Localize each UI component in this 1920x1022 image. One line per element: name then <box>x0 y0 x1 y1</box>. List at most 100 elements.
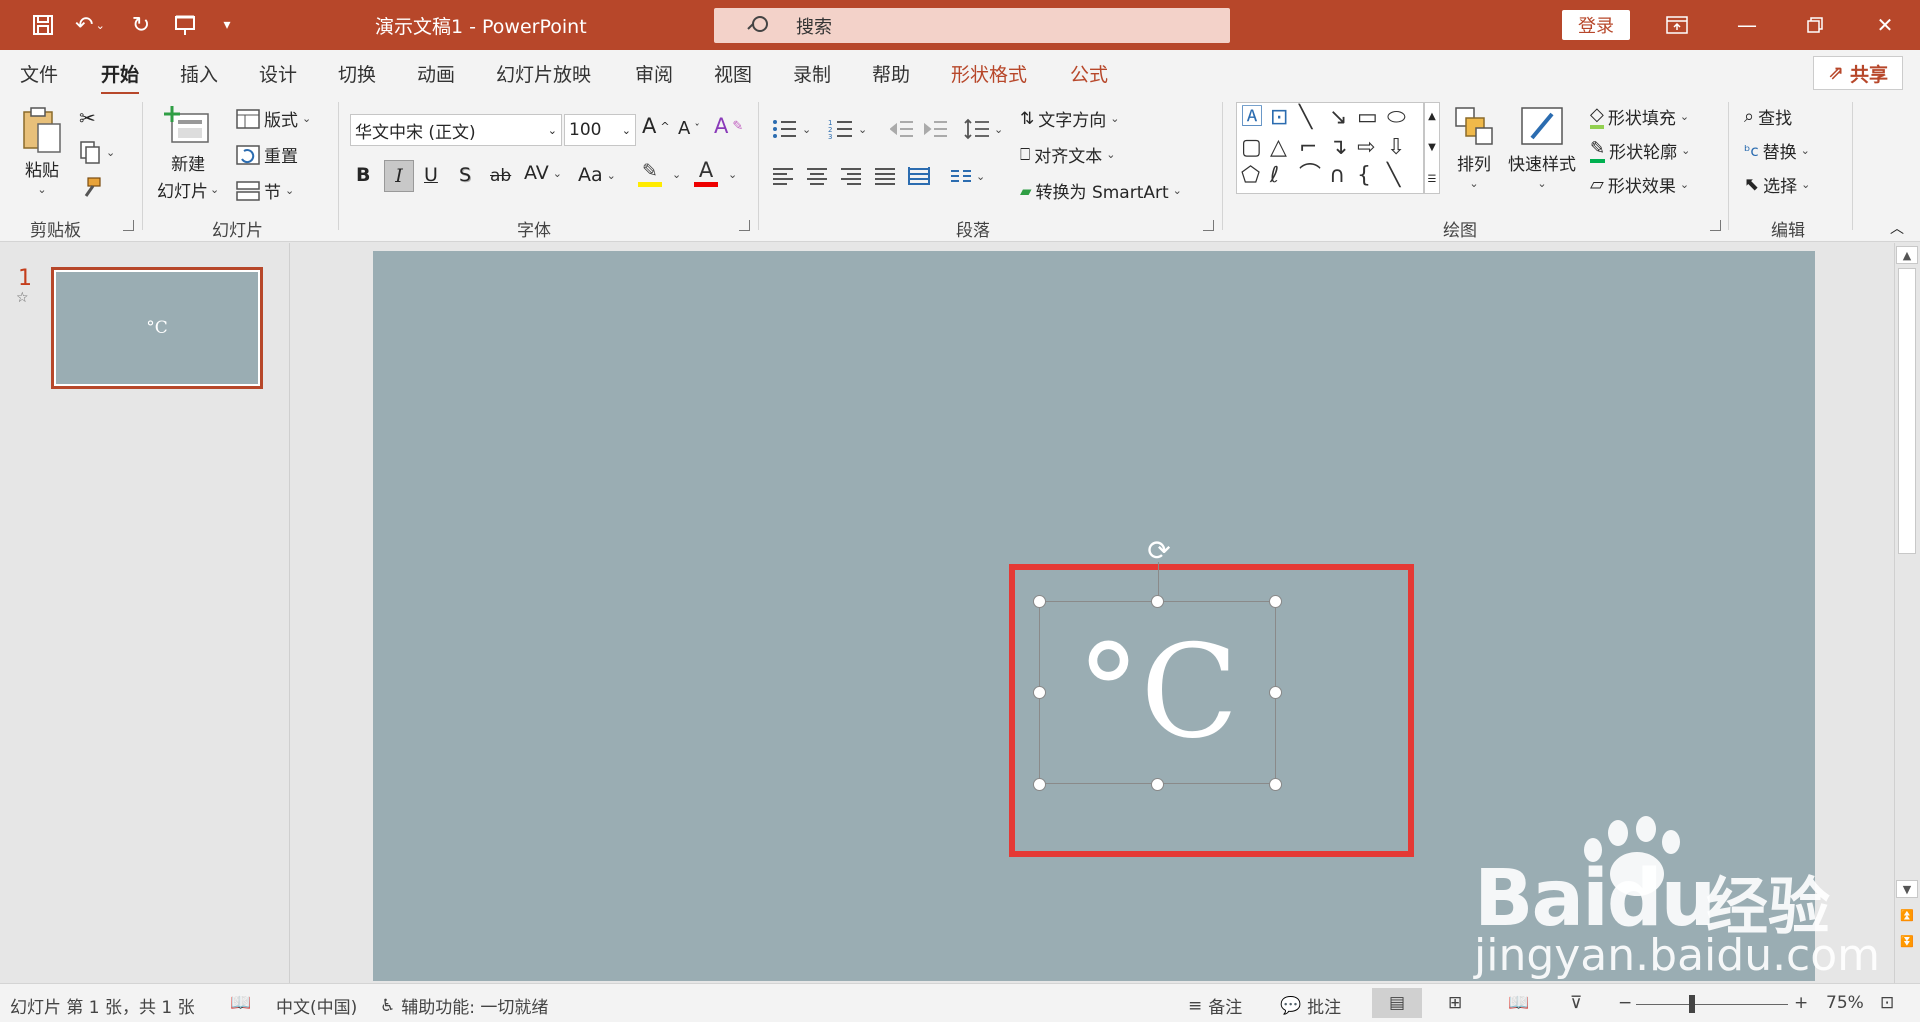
share-button[interactable]: ⇗ 共享 <box>1813 56 1903 90</box>
chevron-down-icon[interactable]: ⌄ <box>672 168 681 181</box>
undo-icon[interactable]: ↶ ⌄ <box>70 10 110 40</box>
curve-shape-icon[interactable]: ∩ <box>1329 165 1345 187</box>
clipboard-launcher-icon[interactable] <box>123 220 134 231</box>
tab-record[interactable]: 录制 <box>793 60 831 87</box>
justify-icon[interactable] <box>874 166 896 186</box>
line-spacing-button[interactable]: ⌄ <box>964 118 1003 140</box>
arrange-button[interactable]: 排列 ⌄ <box>1452 104 1496 190</box>
selected-text-box[interactable]: °C <box>1039 601 1276 784</box>
paste-button[interactable]: 粘贴 ⌄ <box>20 104 64 196</box>
resize-handle-left[interactable] <box>1033 686 1046 699</box>
present-from-start-icon[interactable] <box>170 10 200 40</box>
layout-button[interactable]: 版式 ⌄ <box>236 106 311 131</box>
language-status[interactable]: 中文(中国) <box>276 993 357 1018</box>
more-icon[interactable]: ☰ <box>1428 174 1437 185</box>
resize-handle-bottom[interactable] <box>1151 778 1164 791</box>
change-case-button[interactable]: Aa ⌄ <box>578 164 616 186</box>
collapse-ribbon-icon[interactable]: ︿ <box>1890 218 1904 238</box>
drawing-launcher-icon[interactable] <box>1710 220 1721 231</box>
gallery-scroll[interactable]: ▲ ▼ ☰ <box>1424 102 1440 194</box>
chevron-down-icon[interactable]: ▼ <box>1428 142 1436 153</box>
notes-button[interactable]: ≡ 备注 <box>1188 993 1242 1019</box>
line-shape-icon[interactable]: ╲ <box>1299 107 1312 129</box>
tab-shape-format[interactable]: 形状格式 <box>951 60 1027 87</box>
section-button[interactable]: 节 ⌄ <box>236 178 294 203</box>
tab-transitions[interactable]: 切换 <box>338 60 376 87</box>
sign-in-button[interactable]: 登录 <box>1562 10 1630 40</box>
search-box[interactable]: 搜索 <box>714 8 1230 43</box>
bold-button[interactable]: B <box>356 164 370 186</box>
scroll-down-icon[interactable]: ▼ <box>1896 880 1918 898</box>
format-painter-icon[interactable] <box>78 176 102 200</box>
resize-handle-top[interactable] <box>1151 595 1164 608</box>
elbow-arrow-shape-icon[interactable]: ↴ <box>1329 137 1347 159</box>
next-slide-icon[interactable]: ⏬ <box>1896 932 1918 950</box>
font-color-button[interactable]: A <box>694 158 718 187</box>
resize-handle-right[interactable] <box>1269 686 1282 699</box>
align-text-button[interactable]: ⎕ 对齐文本 ⌄ <box>1020 142 1115 168</box>
text-shadow-button[interactable]: S <box>459 164 471 186</box>
tab-equation[interactable]: 公式 <box>1070 60 1108 87</box>
arrow-line-shape-icon[interactable]: ↘ <box>1329 107 1347 129</box>
quick-styles-button[interactable]: 快速样式 ⌄ <box>1508 104 1576 190</box>
align-center-icon[interactable] <box>806 166 828 186</box>
comments-button[interactable]: 💬 批注 <box>1280 993 1341 1019</box>
brace-shape-icon[interactable]: { <box>1357 165 1371 187</box>
shape-fill-button[interactable]: ◇ 形状填充 ⌄ <box>1590 104 1689 129</box>
slideshow-view-icon[interactable]: ⊽ <box>1570 993 1582 1013</box>
accessibility-status[interactable]: ♿ 辅助功能: 一切就绪 <box>380 993 548 1019</box>
slide-sorter-icon[interactable]: ⊞ <box>1448 993 1462 1013</box>
scroll-up-icon[interactable]: ▲ <box>1896 246 1918 264</box>
distributed-icon[interactable] <box>908 166 930 186</box>
freeform-shape-icon[interactable]: ⬠ <box>1241 165 1260 187</box>
decrease-font-size-icon[interactable]: Aˇ <box>678 118 700 139</box>
tab-slideshow[interactable]: 幻灯片放映 <box>496 60 591 87</box>
resize-handle-bottom-right[interactable] <box>1269 778 1282 791</box>
elbow-connector-shape-icon[interactable]: ⌐ <box>1299 137 1317 159</box>
paragraph-launcher-icon[interactable] <box>1203 220 1214 231</box>
clear-formatting-icon[interactable]: A ✎ <box>714 114 743 138</box>
spell-check-icon[interactable]: 📖 <box>230 993 251 1013</box>
tab-animations[interactable]: 动画 <box>417 60 455 87</box>
restore-icon[interactable] <box>1780 0 1850 50</box>
redo-icon[interactable]: ↻ <box>126 10 156 40</box>
font-size-select[interactable]: 100 ⌄ <box>564 114 636 146</box>
textbox-shape-icon[interactable]: 🄰 <box>1241 107 1263 129</box>
oval-shape-icon[interactable]: ⬭ <box>1387 107 1406 129</box>
font-launcher-icon[interactable] <box>739 220 750 231</box>
decrease-indent-icon[interactable] <box>890 118 914 140</box>
align-left-icon[interactable] <box>772 166 794 186</box>
reading-view-icon[interactable]: 📖 <box>1508 993 1529 1013</box>
zoom-out-icon[interactable]: − <box>1618 993 1632 1013</box>
down-arrow-shape-icon[interactable]: ⇩ <box>1387 137 1405 159</box>
minimize-icon[interactable]: — <box>1712 0 1782 50</box>
tab-review[interactable]: 审阅 <box>635 60 673 87</box>
increase-indent-icon[interactable] <box>924 118 948 140</box>
italic-button[interactable]: I <box>384 160 414 192</box>
new-slide-button[interactable]: 新建 幻灯片 ⌄ <box>157 104 219 202</box>
vertical-textbox-shape-icon[interactable]: ⊡ <box>1270 107 1288 129</box>
highlight-color-button[interactable]: ✎ <box>638 160 662 187</box>
right-arrow-shape-icon[interactable]: ⇨ <box>1357 137 1375 159</box>
shapes-gallery[interactable]: 🄰 ⊡ ╲ ↘ ▭ ⬭ ▢ △ ⌐ ↴ ⇨ ⇩ ⬠ ℓ ⌒ ∩ { ╲ <box>1236 102 1424 194</box>
zoom-level[interactable]: 75% <box>1826 993 1864 1013</box>
shape-outline-button[interactable]: ✎ 形状轮廓 ⌄ <box>1590 138 1690 163</box>
chevron-down-icon[interactable]: ⌄ <box>728 168 737 181</box>
chevron-up-icon[interactable]: ▲ <box>1428 111 1436 122</box>
scribble-shape-icon[interactable]: ℓ <box>1270 165 1279 187</box>
tab-file[interactable]: 文件 <box>20 60 58 87</box>
normal-view-icon[interactable]: ▤ <box>1372 988 1422 1018</box>
arc-shape-icon[interactable]: ⌒ <box>1299 165 1321 187</box>
increase-font-size-icon[interactable]: A ^ <box>642 114 670 138</box>
rounded-rect-shape-icon[interactable]: ▢ <box>1241 137 1262 159</box>
replace-button[interactable]: ᵇc 替换 ⌄ <box>1744 138 1810 164</box>
tab-design[interactable]: 设计 <box>259 60 297 87</box>
tab-help[interactable]: 帮助 <box>872 60 910 87</box>
character-spacing-button[interactable]: AV ⌄ <box>524 162 562 184</box>
ribbon-display-options-icon[interactable] <box>1642 0 1712 50</box>
reset-button[interactable]: 重置 <box>236 142 298 167</box>
tab-home[interactable]: 开始 <box>101 60 140 95</box>
align-right-icon[interactable] <box>840 166 862 186</box>
shape-effects-button[interactable]: ▱ 形状效果 ⌄ <box>1590 172 1689 197</box>
resize-handle-top-left[interactable] <box>1033 595 1046 608</box>
